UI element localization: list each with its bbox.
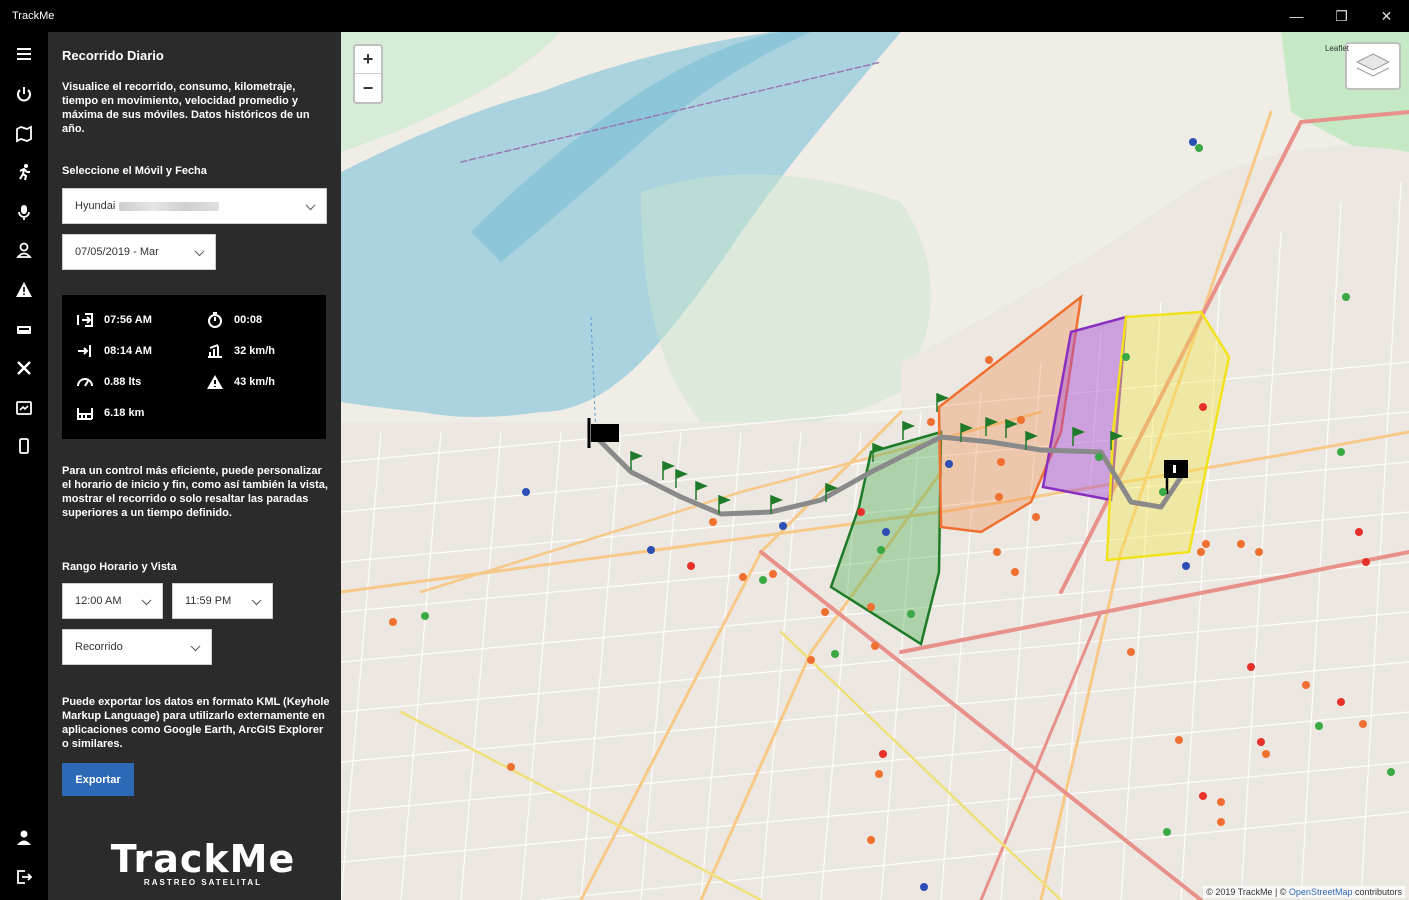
title-bar: TrackMe — ❐ ✕ [0, 0, 1409, 32]
trackme-logo: TrackMe RASTREO SATELITAL [108, 838, 298, 898]
layers-icon [1355, 53, 1391, 77]
redacted-plate [119, 201, 220, 211]
gauge-icon [77, 378, 93, 387]
chevron-down-icon [305, 200, 316, 211]
map-icon[interactable] [12, 122, 36, 146]
time-from-value: 12:00 AM [75, 595, 122, 607]
account-icon[interactable] [12, 826, 36, 850]
panel-title: Recorrido Diario [62, 48, 164, 63]
power-icon[interactable] [12, 82, 36, 106]
attribution-suffix: contributors [1352, 887, 1402, 897]
running-icon[interactable] [12, 160, 36, 184]
time-from-select[interactable]: 12:00 AM [62, 583, 163, 619]
tools-icon[interactable] [12, 356, 36, 380]
max-speed-warning-icon [207, 375, 223, 389]
distance-value: 6.18 km [104, 407, 145, 419]
stat-max-speed: 43 km/h [206, 373, 275, 391]
select-label: Seleccione el Móvil y Fecha [62, 165, 207, 177]
chevron-down-icon [194, 246, 205, 257]
date-select[interactable]: 07/05/2019 - Mar [62, 234, 216, 270]
time-to-value: 11:59 PM [185, 595, 232, 607]
logout-icon[interactable] [12, 865, 36, 889]
zoom-out-button[interactable]: − [355, 74, 381, 102]
panel-description: Visualice el recorrido, consumo, kilomet… [62, 81, 310, 135]
microphone-icon[interactable] [12, 200, 36, 224]
logo-wordmark: TrackMe [110, 837, 296, 881]
export-button[interactable]: Exportar [62, 763, 134, 796]
device-icon[interactable] [12, 434, 36, 458]
stat-moving-time: 00:08 [206, 311, 262, 329]
stat-start-time: 07:56 AM [76, 311, 152, 329]
wetland [641, 174, 931, 428]
vehicle-select[interactable]: Hyundai [62, 188, 327, 224]
map-attribution: © 2019 TrackMe | © OpenStreetMap contrib… [1203, 886, 1405, 898]
map-view[interactable]: + − Leaflet © 2019 TrackMe | © OpenStree… [341, 32, 1409, 900]
report-icon[interactable] [12, 396, 36, 420]
window-controls: — ❐ ✕ [1274, 0, 1409, 32]
attribution-link[interactable]: OpenStreetMap [1289, 887, 1353, 897]
view-select-value: Recorrido [75, 641, 123, 653]
vehicle-select-value: Hyundai [75, 200, 116, 212]
stat-fuel: 0.88 lts [76, 373, 141, 391]
zoom-in-button[interactable]: + [355, 46, 381, 74]
stat-end-time: 08:14 AM [76, 342, 152, 360]
info-text: Para un control más eficiente, puede per… [62, 465, 328, 519]
avg-speed-icon [208, 344, 222, 358]
stat-avg-speed: 32 km/h [206, 342, 275, 360]
maximize-button[interactable]: ❐ [1319, 0, 1364, 32]
minimize-button[interactable]: — [1274, 0, 1319, 32]
view-select[interactable]: Recorrido [62, 629, 212, 665]
avg-speed-value: 32 km/h [234, 345, 275, 357]
close-button[interactable]: ✕ [1364, 0, 1409, 32]
start-time-icon [77, 313, 93, 327]
attribution-prefix: © 2019 TrackMe | © [1206, 887, 1289, 897]
date-select-value: 07/05/2019 - Mar [75, 246, 159, 258]
nav-rail [0, 32, 48, 900]
end-time-icon [78, 345, 91, 357]
distance-icon [77, 408, 93, 420]
side-panel: Recorrido Diario Visualice el recorrido,… [48, 32, 341, 900]
stopwatch-icon [208, 312, 222, 328]
range-label: Rango Horario y Vista [62, 561, 177, 573]
chevron-down-icon [190, 641, 201, 652]
stats-box: 07:56 AM 08:14 AM 0.88 lts 6.18 km 00:08… [62, 295, 326, 439]
moving-time-value: 00:08 [234, 314, 263, 326]
chevron-down-icon [141, 595, 152, 606]
export-text: Puede exportar los datos en formato KML … [62, 696, 330, 750]
end-time-value: 08:14 AM [104, 345, 152, 357]
start-time-value: 07:56 AM [104, 314, 152, 326]
window-title: TrackMe [12, 10, 55, 22]
fuel-value: 0.88 lts [104, 376, 142, 388]
user-pin-icon[interactable] [12, 238, 36, 262]
warning-icon[interactable] [12, 278, 36, 302]
chevron-down-icon [251, 595, 262, 606]
bus-icon[interactable] [12, 318, 36, 342]
max-speed-value: 43 km/h [234, 376, 275, 388]
stat-distance: 6.18 km [76, 404, 144, 422]
time-to-select[interactable]: 11:59 PM [172, 583, 273, 619]
menu-icon[interactable] [12, 42, 36, 66]
layers-control[interactable]: Leaflet [1325, 42, 1401, 90]
zoom-control: + − [353, 44, 383, 104]
map-canvas[interactable] [341, 32, 1409, 900]
layers-label: Leaflet [1324, 44, 1349, 53]
